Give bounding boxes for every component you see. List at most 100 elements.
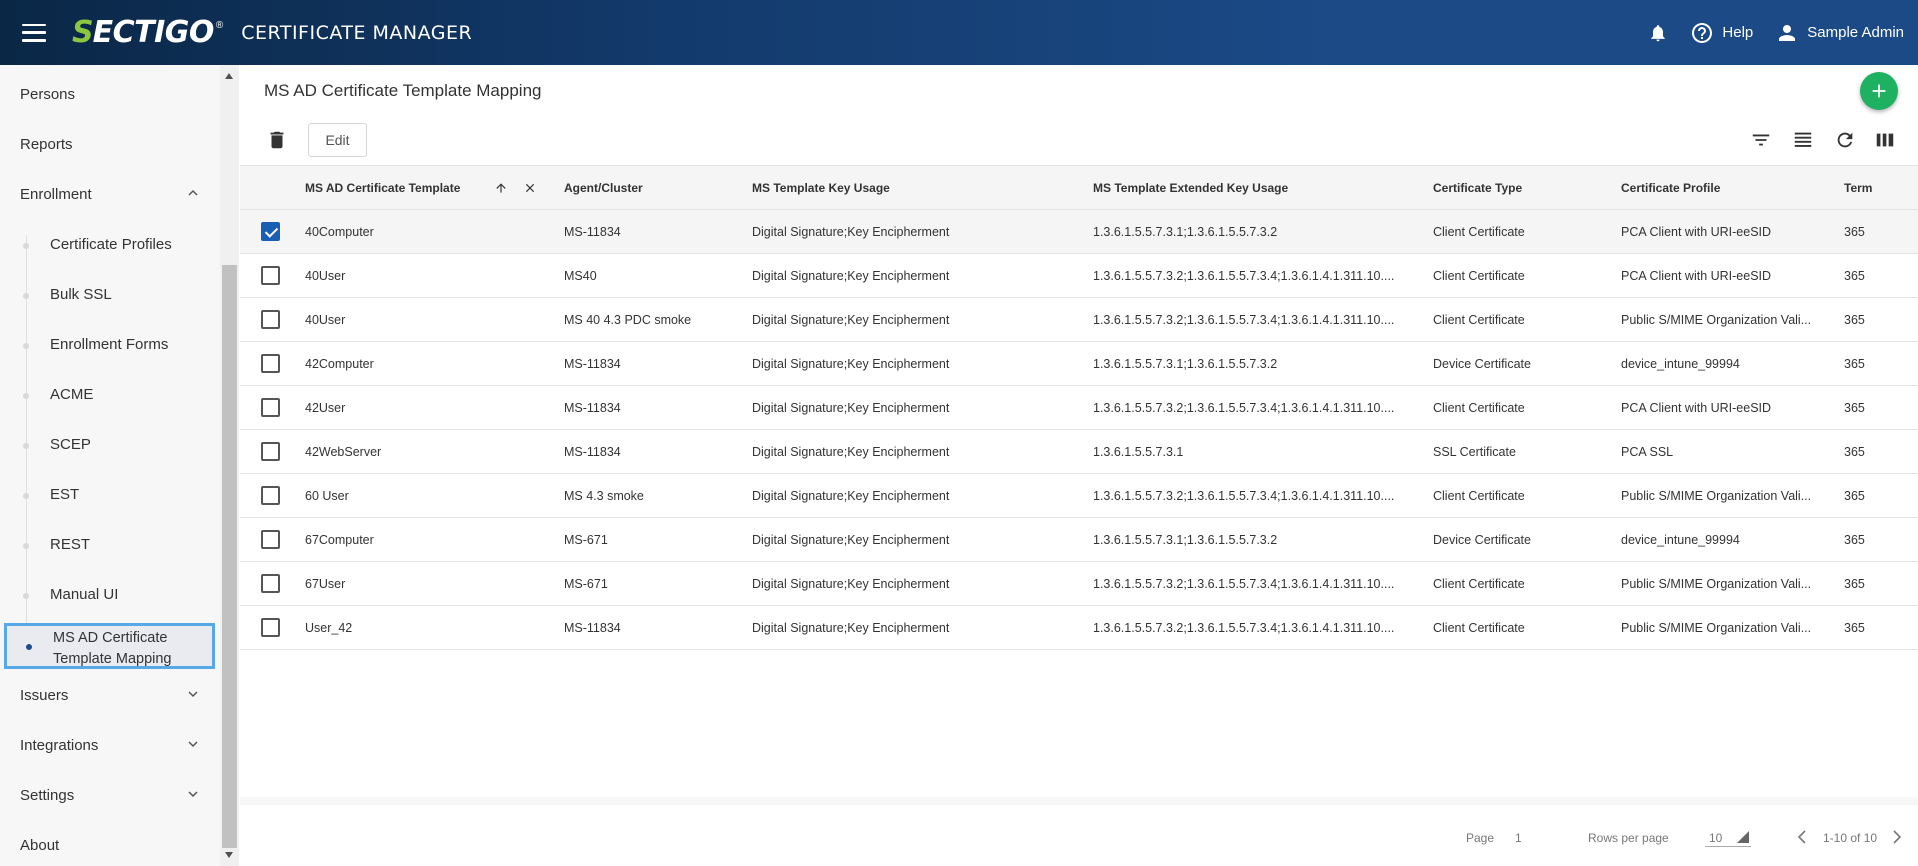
row-checkbox[interactable] bbox=[261, 310, 280, 329]
table-cell: 365 bbox=[1844, 225, 1865, 239]
column-header-term[interactable]: Term bbox=[1844, 166, 1872, 210]
active-label-line2: Template Mapping bbox=[53, 651, 172, 667]
table-row[interactable]: 60 User MS 4.3 smoke Digital Signature;Key… bbox=[240, 474, 1918, 518]
sidebar-item-bulk-ssl[interactable]: Bulk SSL bbox=[0, 274, 222, 314]
sidebar-scrollbar[interactable] bbox=[220, 65, 239, 866]
column-header-certificate-profile[interactable]: Certificate Profile bbox=[1621, 166, 1720, 210]
column-header-extended-key-usage[interactable]: MS Template Extended Key Usage bbox=[1093, 166, 1288, 210]
sidebar-item-persons[interactable]: Persons bbox=[0, 74, 222, 114]
table-cell: MS 40 4.3 PDC smoke bbox=[564, 313, 692, 327]
sidebar-item-label: Bulk SSL bbox=[50, 285, 112, 303]
row-checkbox[interactable] bbox=[261, 530, 280, 549]
table-row[interactable]: 40Computer MS-11834 Digital Signature;Key … bbox=[240, 210, 1918, 254]
table-cell: Digital Signature;Key Encipherment bbox=[752, 401, 950, 415]
horizontal-scrollbar[interactable] bbox=[240, 797, 1918, 805]
sidebar-item-integrations[interactable]: Integrations bbox=[0, 725, 222, 765]
table-row[interactable]: 42WebServer MS-11834 Digital Signature;Key… bbox=[240, 430, 1918, 474]
help-button[interactable]: Help bbox=[1690, 21, 1753, 45]
table-row[interactable]: 40User MS40 Digital Signature;Key Encipher… bbox=[240, 254, 1918, 298]
sidebar-item-label: Issuers bbox=[20, 686, 69, 704]
table-cell: 67Computer bbox=[305, 533, 374, 547]
page-label: Page bbox=[1466, 831, 1495, 845]
user-menu[interactable]: Sample Admin bbox=[1775, 21, 1904, 45]
columns-button[interactable] bbox=[1874, 129, 1896, 156]
sidebar-item-about[interactable]: About bbox=[0, 825, 222, 865]
filter-button[interactable] bbox=[1750, 129, 1772, 156]
row-checkbox[interactable] bbox=[261, 442, 280, 461]
table-cell: device_intune_99994 bbox=[1621, 357, 1740, 371]
table-cell: 365 bbox=[1844, 445, 1865, 459]
hamburger-icon[interactable] bbox=[22, 23, 46, 42]
chevron-right-icon[interactable] bbox=[1891, 830, 1903, 844]
sidebar-item-label: Enrollment bbox=[20, 185, 92, 203]
row-checkbox[interactable] bbox=[261, 618, 280, 637]
help-circle-icon bbox=[1692, 22, 1713, 43]
table-cell: 1.3.6.1.5.5.7.3.1;1.3.6.1.5.5.7.3.2 bbox=[1093, 225, 1278, 239]
scroll-down-arrow-icon[interactable] bbox=[225, 852, 233, 858]
table-cell: 1.3.6.1.5.5.7.3.2;1.3.6.1.5.5.7.3.4;1.3.… bbox=[1093, 621, 1395, 635]
edit-button[interactable]: Edit bbox=[308, 123, 367, 157]
row-checkbox[interactable] bbox=[261, 266, 280, 285]
notifications-button[interactable] bbox=[1648, 22, 1668, 44]
table-row[interactable]: 40User MS 40 4.3 PDC smoke Digital Signatu… bbox=[240, 298, 1918, 342]
row-checkbox[interactable] bbox=[261, 222, 280, 241]
table-row[interactable]: 67Computer MS-671 Digital Signature;Key En… bbox=[240, 518, 1918, 562]
column-header-key-usage[interactable]: MS Template Key Usage bbox=[752, 166, 890, 210]
table-cell: Digital Signature;Key Encipherment bbox=[752, 269, 950, 283]
table-cell: 1.3.6.1.5.5.7.3.1;1.3.6.1.5.5.7.3.2 bbox=[1093, 533, 1278, 547]
scrollbar-thumb[interactable] bbox=[222, 265, 237, 848]
sidebar-item-label: Enrollment Forms bbox=[50, 335, 169, 353]
dropdown-triangle-icon bbox=[1737, 831, 1749, 843]
page-title: MS AD Certificate Template Mapping bbox=[264, 81, 542, 100]
page-number[interactable]: 1 bbox=[1515, 831, 1522, 845]
sidebar-item-ms-ad-template-mapping[interactable]: MS AD Certificate Template Mapping bbox=[4, 623, 215, 669]
chevron-left-icon[interactable] bbox=[1796, 830, 1808, 844]
table-row[interactable]: 42User MS-11834 Digital Signature;Key Enci… bbox=[240, 386, 1918, 430]
app-title: CERTIFICATE MANAGER bbox=[241, 21, 473, 44]
sort-asc-button[interactable] bbox=[494, 166, 508, 210]
refresh-button[interactable] bbox=[1834, 129, 1856, 156]
help-label: Help bbox=[1722, 24, 1754, 41]
row-checkbox[interactable] bbox=[261, 574, 280, 593]
row-checkbox[interactable] bbox=[261, 354, 280, 373]
table-cell: Public S/MIME Organization Vali... bbox=[1621, 577, 1812, 591]
sectigo-logo[interactable]: S ECTIGO ® bbox=[72, 15, 223, 50]
table-cell: Digital Signature;Key Encipherment bbox=[752, 533, 950, 547]
columns-icon bbox=[1876, 133, 1894, 147]
column-header-certificate-type[interactable]: Certificate Type bbox=[1433, 166, 1522, 210]
rows-per-page-select[interactable]: 10 bbox=[1705, 825, 1751, 847]
scroll-up-arrow-icon[interactable] bbox=[225, 73, 233, 79]
sidebar-item-certificate-profiles[interactable]: Certificate Profiles bbox=[0, 224, 222, 264]
sidebar-item-enrollment[interactable]: Enrollment bbox=[0, 174, 222, 214]
table-cell: User_42 bbox=[305, 621, 353, 635]
sidebar-item-reports[interactable]: Reports bbox=[0, 124, 222, 164]
table-cell: MS-671 bbox=[564, 577, 608, 591]
sidebar-item-est[interactable]: EST bbox=[0, 474, 222, 514]
sidebar-item-acme[interactable]: ACME bbox=[0, 374, 222, 414]
row-checkbox[interactable] bbox=[261, 398, 280, 417]
sidebar-item-enrollment-forms[interactable]: Enrollment Forms bbox=[0, 324, 222, 364]
clear-sort-button[interactable] bbox=[523, 166, 537, 210]
pagination-bar: Page 1 Rows per page 10 1-10 of 10 bbox=[240, 807, 1918, 866]
column-header-template[interactable]: MS AD Certificate Template bbox=[305, 166, 460, 210]
table-row[interactable]: User_42 MS-11834 Digital Signature;Key Enc… bbox=[240, 606, 1918, 650]
sidebar-item-rest[interactable]: REST bbox=[0, 524, 222, 564]
sidebar-item-scep[interactable]: SCEP bbox=[0, 424, 222, 464]
add-button[interactable] bbox=[1860, 72, 1898, 110]
chevron-down-icon bbox=[188, 741, 198, 748]
column-header-label: MS AD Certificate Template bbox=[305, 181, 461, 195]
density-icon bbox=[1794, 132, 1812, 147]
table-cell: 40User bbox=[305, 269, 346, 283]
sidebar-item-manual-ui[interactable]: Manual UI bbox=[0, 574, 222, 614]
sidebar-item-issuers[interactable]: Issuers bbox=[0, 675, 222, 715]
table-row[interactable]: 67User MS-671 Digital Signature;Key Enciph… bbox=[240, 562, 1918, 606]
sidebar-item-settings[interactable]: Settings bbox=[0, 775, 222, 815]
table-row[interactable]: 42Computer MS-11834 Digital Signature;Key … bbox=[240, 342, 1918, 386]
table-cell: Digital Signature;Key Encipherment bbox=[752, 225, 950, 239]
table-cell: Digital Signature;Key Encipherment bbox=[752, 621, 950, 635]
table-cell: 1.3.6.1.5.5.7.3.2;1.3.6.1.5.5.7.3.4;1.3.… bbox=[1093, 269, 1395, 283]
delete-button[interactable] bbox=[266, 129, 288, 156]
row-checkbox[interactable] bbox=[261, 486, 280, 505]
column-header-agent[interactable]: Agent/Cluster bbox=[564, 166, 643, 210]
density-button[interactable] bbox=[1792, 129, 1814, 156]
